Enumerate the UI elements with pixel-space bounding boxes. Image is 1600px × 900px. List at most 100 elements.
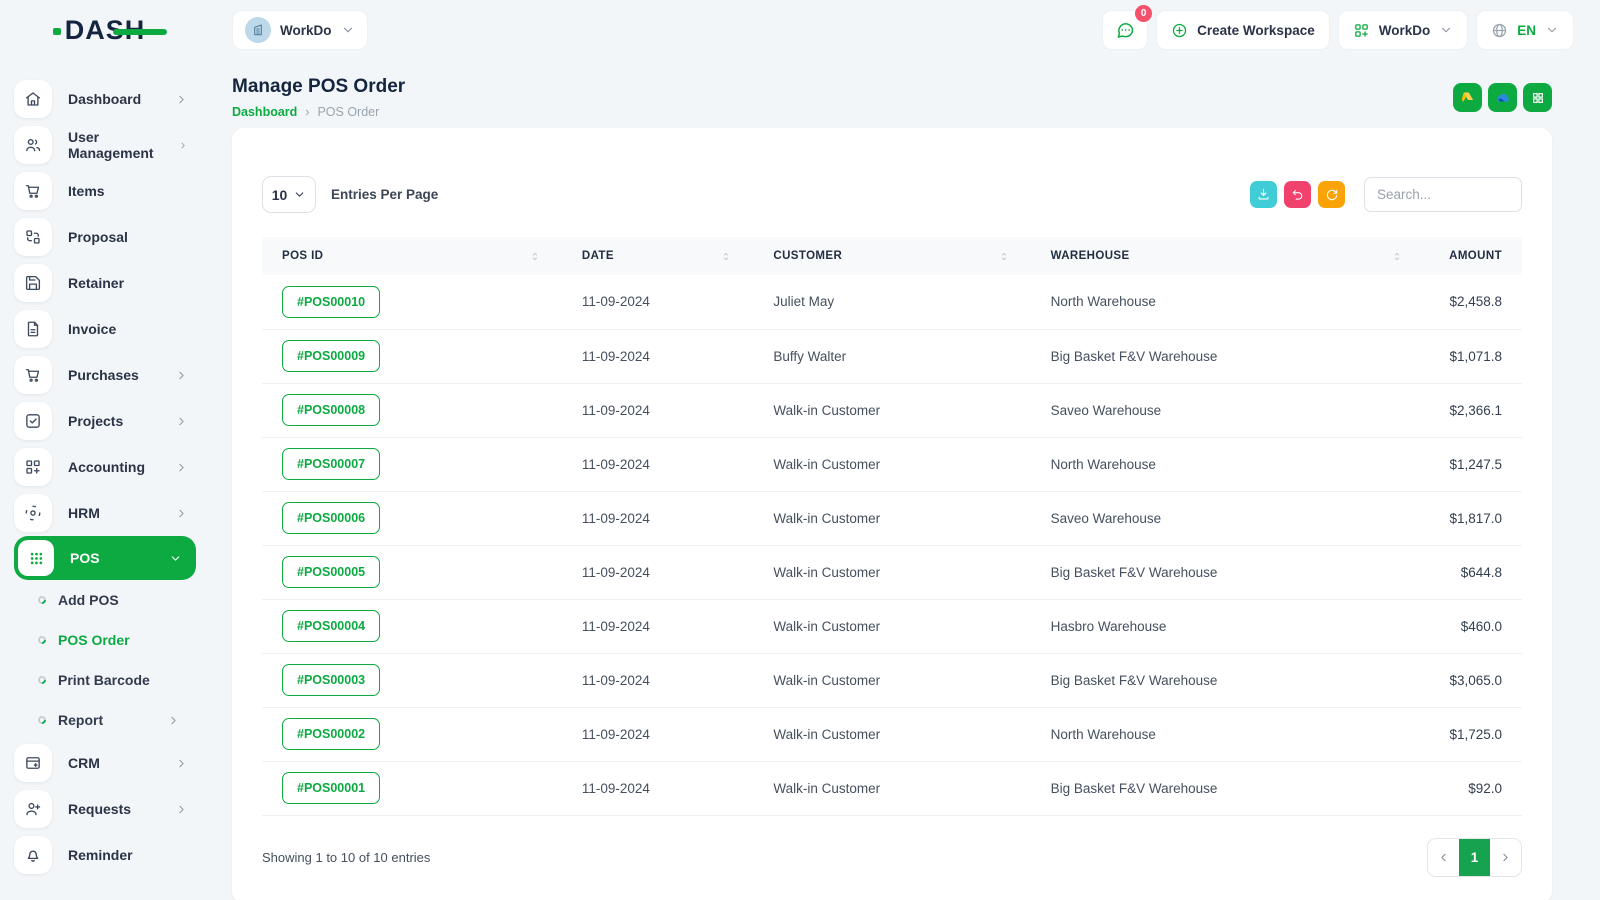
- sidebar-item-projects[interactable]: Projects: [14, 398, 210, 444]
- grid-view-button[interactable]: [1523, 83, 1552, 112]
- topbar-actions: 0 Create Workspace WorkDo EN: [1102, 5, 1574, 50]
- language-code: EN: [1517, 22, 1536, 38]
- subitem-label: Add POS: [58, 592, 119, 608]
- column-header-customer[interactable]: CUSTOMER: [753, 237, 1031, 275]
- onedrive-icon: [1495, 90, 1511, 106]
- date-cell: 11-09-2024: [561, 329, 754, 384]
- pos-id-link[interactable]: #POS00002: [282, 718, 381, 750]
- sidebar-item-pos[interactable]: POS: [14, 536, 196, 580]
- customer-cell: Juliet May: [753, 275, 1031, 330]
- user-plus-icon: [14, 790, 52, 828]
- pagination-page-1[interactable]: 1: [1459, 838, 1490, 876]
- company-name: WorkDo: [1378, 22, 1431, 38]
- date-cell: 11-09-2024: [561, 599, 754, 654]
- workspace-selector[interactable]: WorkDo: [232, 10, 368, 50]
- breadcrumb: Dashboard › POS Order: [232, 105, 405, 119]
- table-row: #POS00002 11-09-2024 Walk-in Customer No…: [262, 707, 1522, 762]
- onedrive-export-button[interactable]: [1488, 83, 1517, 112]
- messages-button[interactable]: 0: [1102, 5, 1153, 50]
- sidebar-item-requests[interactable]: Requests: [14, 786, 210, 832]
- create-workspace-label: Create Workspace: [1197, 22, 1315, 38]
- pos-id-link[interactable]: #POS00003: [282, 664, 381, 696]
- subitem-label: Print Barcode: [58, 672, 150, 688]
- pos-id-link[interactable]: #POS00006: [282, 502, 381, 534]
- table-row: #POS00001 11-09-2024 Walk-in Customer Bi…: [262, 761, 1522, 816]
- pos-id-link[interactable]: #POS00008: [282, 394, 381, 426]
- messages-badge: 0: [1135, 5, 1153, 22]
- pagination-prev-button[interactable]: [1428, 838, 1459, 876]
- sidebar-item-purchases[interactable]: Purchases: [14, 352, 210, 398]
- cart-icon: [14, 356, 52, 394]
- table-header-row: POS ID DATE CUSTOMER WAREHOUSE AMOUNT: [262, 237, 1522, 275]
- bullet-icon: [36, 714, 48, 726]
- pagination: 1: [1427, 837, 1522, 877]
- refresh-button[interactable]: [1318, 181, 1345, 208]
- table-row: #POS00007 11-09-2024 Walk-in Customer No…: [262, 437, 1522, 492]
- sidebar-item-hrm[interactable]: HRM: [14, 490, 210, 536]
- entries-per-page-select[interactable]: 10: [262, 176, 316, 213]
- sidebar-subitem-print-barcode[interactable]: Print Barcode: [14, 660, 210, 700]
- sort-icon[interactable]: [1391, 250, 1404, 263]
- header-actions: [1453, 83, 1552, 112]
- warehouse-cell: North Warehouse: [1030, 437, 1424, 492]
- sidebar-item-label: Requests: [68, 801, 132, 817]
- customer-cell: Buffy Walter: [753, 329, 1031, 384]
- sidebar-subitem-report[interactable]: Report: [14, 700, 210, 740]
- column-header-date[interactable]: DATE: [561, 237, 754, 275]
- language-selector[interactable]: EN: [1476, 10, 1574, 50]
- sidebar-item-label: HRM: [68, 505, 100, 521]
- sidebar-item-label: Reminder: [68, 847, 133, 863]
- workspace-name: WorkDo: [280, 22, 332, 38]
- sidebar-item-label: POS: [70, 550, 100, 566]
- sidebar-subitem-pos-order[interactable]: POS Order: [14, 620, 210, 660]
- sort-icon[interactable]: [529, 250, 542, 263]
- pos-id-link[interactable]: #POS00004: [282, 610, 381, 642]
- sidebar-item-proposal[interactable]: Proposal: [14, 214, 210, 260]
- column-header-amount[interactable]: AMOUNT: [1423, 237, 1522, 275]
- sidebar-item-accounting[interactable]: Accounting: [14, 444, 210, 490]
- sidebar-item-crm[interactable]: CRM: [14, 740, 210, 786]
- date-cell: 11-09-2024: [561, 707, 754, 762]
- sidebar-item-dashboard[interactable]: Dashboard: [14, 76, 210, 122]
- amount-cell: $644.8: [1423, 545, 1522, 600]
- sidebar-item-invoice[interactable]: Invoice: [14, 306, 210, 352]
- column-header-warehouse[interactable]: WAREHOUSE: [1030, 237, 1424, 275]
- main-content: Manage POS Order Dashboard › POS Order 1…: [210, 60, 1600, 900]
- pos-id-link[interactable]: #POS00007: [282, 448, 381, 480]
- google-drive-export-button[interactable]: [1453, 83, 1482, 112]
- bullet-icon: [36, 594, 48, 606]
- pos-id-link[interactable]: #POS00005: [282, 556, 381, 588]
- sidebar-item-label: Accounting: [68, 459, 145, 475]
- table-row: #POS00004 11-09-2024 Walk-in Customer Ha…: [262, 599, 1522, 654]
- pos-id-link[interactable]: #POS00010: [282, 285, 381, 318]
- chevron-right-icon: [178, 139, 188, 152]
- brand-logo[interactable]: DASH: [52, 15, 168, 46]
- sidebar-item-reminder[interactable]: Reminder: [14, 832, 210, 878]
- sidebar-item-retainer[interactable]: Retainer: [14, 260, 210, 306]
- pagination-next-button[interactable]: [1490, 838, 1521, 876]
- amount-cell: $3,065.0: [1423, 653, 1522, 708]
- reset-button[interactable]: [1284, 181, 1311, 208]
- amount-cell: $1,817.0: [1423, 491, 1522, 546]
- sort-icon[interactable]: [998, 250, 1011, 263]
- sidebar-item-user-management[interactable]: User Management: [14, 122, 210, 168]
- table-row: #POS00006 11-09-2024 Walk-in Customer Sa…: [262, 491, 1522, 546]
- sidebar-item-label: Retainer: [68, 275, 125, 291]
- pos-id-link[interactable]: #POS00001: [282, 772, 381, 804]
- sidebar-subitem-add-pos[interactable]: Add POS: [14, 580, 210, 620]
- sidebar-item-label: Purchases: [68, 367, 139, 383]
- column-header-pos-id[interactable]: POS ID: [262, 237, 562, 275]
- logo-bar-accent: [113, 28, 168, 35]
- sidebar-item-items[interactable]: Items: [14, 168, 210, 214]
- company-selector[interactable]: WorkDo: [1337, 10, 1469, 50]
- export-button[interactable]: [1250, 181, 1277, 208]
- breadcrumb-dashboard-link[interactable]: Dashboard: [232, 105, 297, 119]
- create-workspace-button[interactable]: Create Workspace: [1156, 10, 1330, 50]
- grid-icon: [1531, 91, 1545, 105]
- search-input[interactable]: [1364, 177, 1522, 212]
- grid-plus-icon: [1353, 22, 1370, 39]
- pos-id-link[interactable]: #POS00009: [282, 340, 381, 372]
- customer-cell: Walk-in Customer: [753, 707, 1031, 762]
- table-row: #POS00010 11-09-2024 Juliet May North Wa…: [262, 275, 1522, 330]
- sort-icon[interactable]: [720, 250, 733, 263]
